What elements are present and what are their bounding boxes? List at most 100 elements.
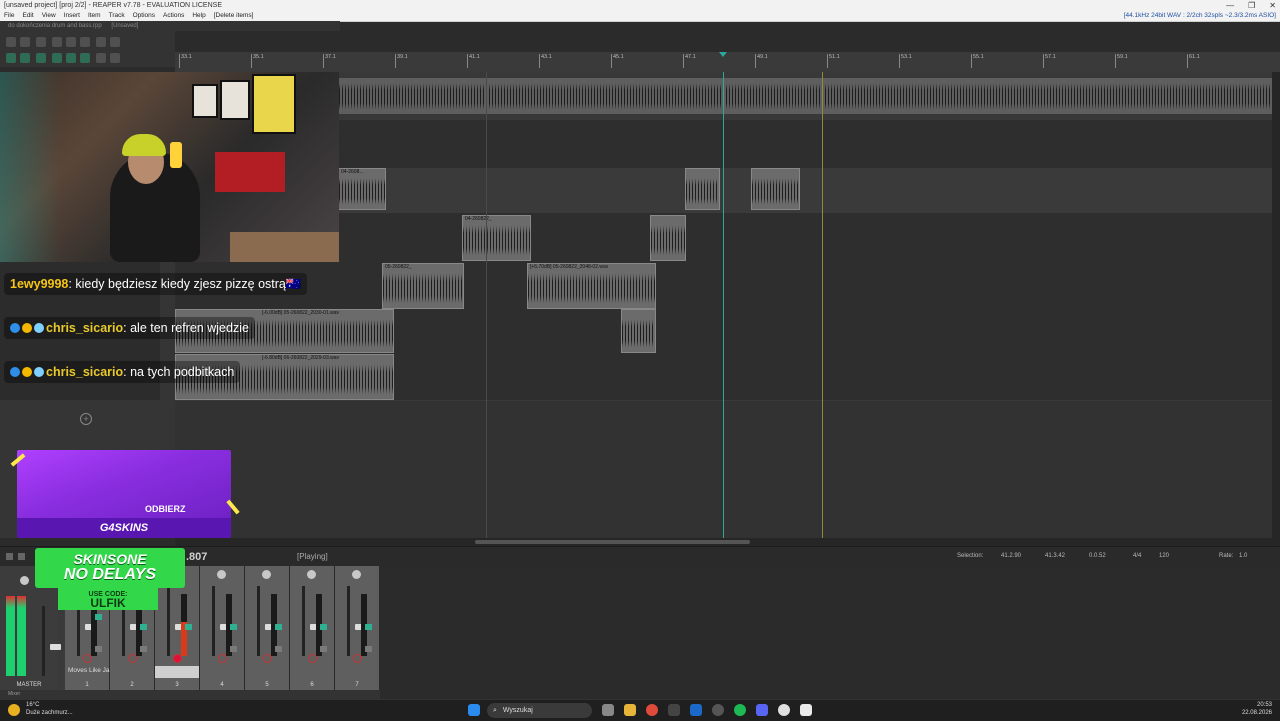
route-button[interactable] (320, 646, 327, 652)
maximize-button[interactable]: ❐ (1248, 0, 1255, 11)
fx-button[interactable] (320, 624, 327, 630)
ripple-icon[interactable] (20, 53, 30, 63)
record-arm-icon[interactable] (263, 654, 272, 663)
system-clock[interactable]: 20:53 22.08.2026 (1242, 701, 1272, 717)
vertical-scrollbar[interactable] (1272, 72, 1280, 538)
volume-fader[interactable] (257, 586, 276, 656)
record-arm-icon[interactable] (173, 654, 182, 663)
horizontal-scrollbar[interactable] (175, 538, 1280, 546)
close-button[interactable]: ✕ (1269, 0, 1276, 11)
channel-strip[interactable]: 5 (245, 566, 290, 690)
menu-file[interactable]: File (4, 11, 14, 21)
metronome-icon[interactable] (96, 37, 106, 47)
record-arm-icon[interactable] (128, 654, 137, 663)
time-signature[interactable]: 4/4 (1133, 553, 1159, 559)
arrange-view[interactable]: 04-2608... 04-260822_ 05-260822_ [+5.70d… (175, 72, 1272, 538)
menu-help[interactable]: Help (192, 11, 205, 21)
scroll-thumb[interactable] (475, 540, 750, 544)
fx-button[interactable] (230, 624, 237, 630)
route-button[interactable] (140, 646, 147, 652)
audio-clip[interactable]: 05-260822_ (382, 263, 464, 309)
obs-icon[interactable] (712, 704, 724, 716)
fader-cap[interactable] (50, 644, 61, 650)
file-explorer-icon[interactable] (624, 704, 636, 716)
volume-fader[interactable] (302, 586, 321, 656)
minimize-button[interactable]: — (1226, 0, 1234, 11)
fx-button[interactable] (275, 624, 282, 630)
pan-knob[interactable] (217, 570, 226, 579)
group-icon[interactable] (36, 53, 46, 63)
master-waveform-clip[interactable] (339, 78, 1272, 114)
snap-icon[interactable] (6, 53, 16, 63)
volume-fader[interactable] (167, 586, 186, 656)
tab-unsaved[interactable]: [Unsaved] (111, 23, 138, 29)
taskbar-search[interactable]: ⌕ Wyszukaj (487, 703, 592, 718)
route-button[interactable] (275, 646, 282, 652)
weather-icon[interactable] (8, 704, 20, 716)
audio-clip[interactable] (751, 168, 800, 210)
selection-start[interactable]: 41.2.90 (1001, 553, 1045, 559)
menu-track[interactable]: Track (109, 11, 125, 21)
route-button[interactable] (365, 646, 372, 652)
fx-button[interactable] (95, 614, 102, 620)
volume-fader[interactable] (212, 586, 231, 656)
channel-strip[interactable]: 4 (200, 566, 245, 690)
browser-icon[interactable] (778, 704, 790, 716)
pencil-icon[interactable] (110, 53, 120, 63)
menu-item[interactable]: Item (88, 11, 101, 21)
lock-icon[interactable] (96, 53, 106, 63)
windows-start-icon[interactable] (468, 704, 480, 716)
pan-knob[interactable] (307, 570, 316, 579)
open-project-icon[interactable] (20, 37, 30, 47)
playhead-marker-icon[interactable] (719, 52, 727, 57)
crossfade-icon[interactable] (66, 53, 76, 63)
master-pan-knob[interactable] (20, 576, 29, 585)
selection-length[interactable]: 0.0.52 (1089, 553, 1133, 559)
steam-icon[interactable] (690, 704, 702, 716)
play-icon[interactable] (18, 553, 25, 560)
spotify-icon[interactable] (734, 704, 746, 716)
audio-clip[interactable] (621, 309, 656, 353)
settings-icon[interactable] (52, 37, 62, 47)
menu-options[interactable]: Options (133, 11, 155, 21)
loop-icon[interactable] (80, 53, 90, 63)
save-project-icon[interactable] (36, 37, 46, 47)
fx-button[interactable] (365, 624, 372, 630)
grid-icon[interactable] (110, 37, 120, 47)
rewind-icon[interactable] (6, 553, 13, 560)
menu-insert[interactable]: Insert (64, 11, 80, 21)
menu-actions[interactable]: Actions (163, 11, 184, 21)
undo-icon[interactable] (66, 37, 76, 47)
fx-button[interactable] (185, 624, 192, 630)
task-view-icon[interactable] (602, 704, 614, 716)
channel-strip[interactable]: 7 (335, 566, 380, 690)
weather-widget[interactable]: 16°C Duże zachmurz... (26, 701, 73, 717)
fx-button[interactable] (140, 624, 147, 630)
chrome-icon[interactable] (646, 704, 658, 716)
volume-fader[interactable] (347, 586, 366, 656)
add-track-icon[interactable]: + (80, 413, 92, 425)
tempo[interactable]: 120 (1159, 553, 1219, 559)
reaper-icon[interactable] (800, 704, 812, 716)
timeline-ruler[interactable]: 33.1 35.1 37.1 39.1 41.1 43.1 45.1 47.1 … (175, 52, 1280, 73)
new-project-icon[interactable] (6, 37, 16, 47)
record-arm-icon[interactable] (308, 654, 317, 663)
discord-icon[interactable] (756, 704, 768, 716)
rate-value[interactable]: 1.0 (1239, 553, 1255, 559)
menu-view[interactable]: View (42, 11, 56, 21)
audio-clip[interactable]: [+5.70dB] 05-260822_2048-02.wav (527, 263, 656, 309)
audio-clip[interactable] (650, 215, 686, 261)
audio-clip[interactable]: 04-260822_ (462, 215, 531, 261)
channel-strip[interactable]: 6 (290, 566, 335, 690)
pan-knob[interactable] (352, 570, 361, 579)
redo-icon[interactable] (80, 37, 90, 47)
tab-project[interactable]: do dokończenia drum and bass.rpp (8, 23, 102, 29)
audio-clip[interactable]: 04-2608... (338, 168, 386, 210)
menu-edit[interactable]: Edit (22, 11, 33, 21)
route-button[interactable] (230, 646, 237, 652)
master-fader[interactable] (42, 606, 61, 676)
record-arm-icon[interactable] (353, 654, 362, 663)
audio-clip[interactable] (685, 168, 720, 210)
record-arm-icon[interactable] (83, 654, 92, 663)
app-icon[interactable] (668, 704, 680, 716)
